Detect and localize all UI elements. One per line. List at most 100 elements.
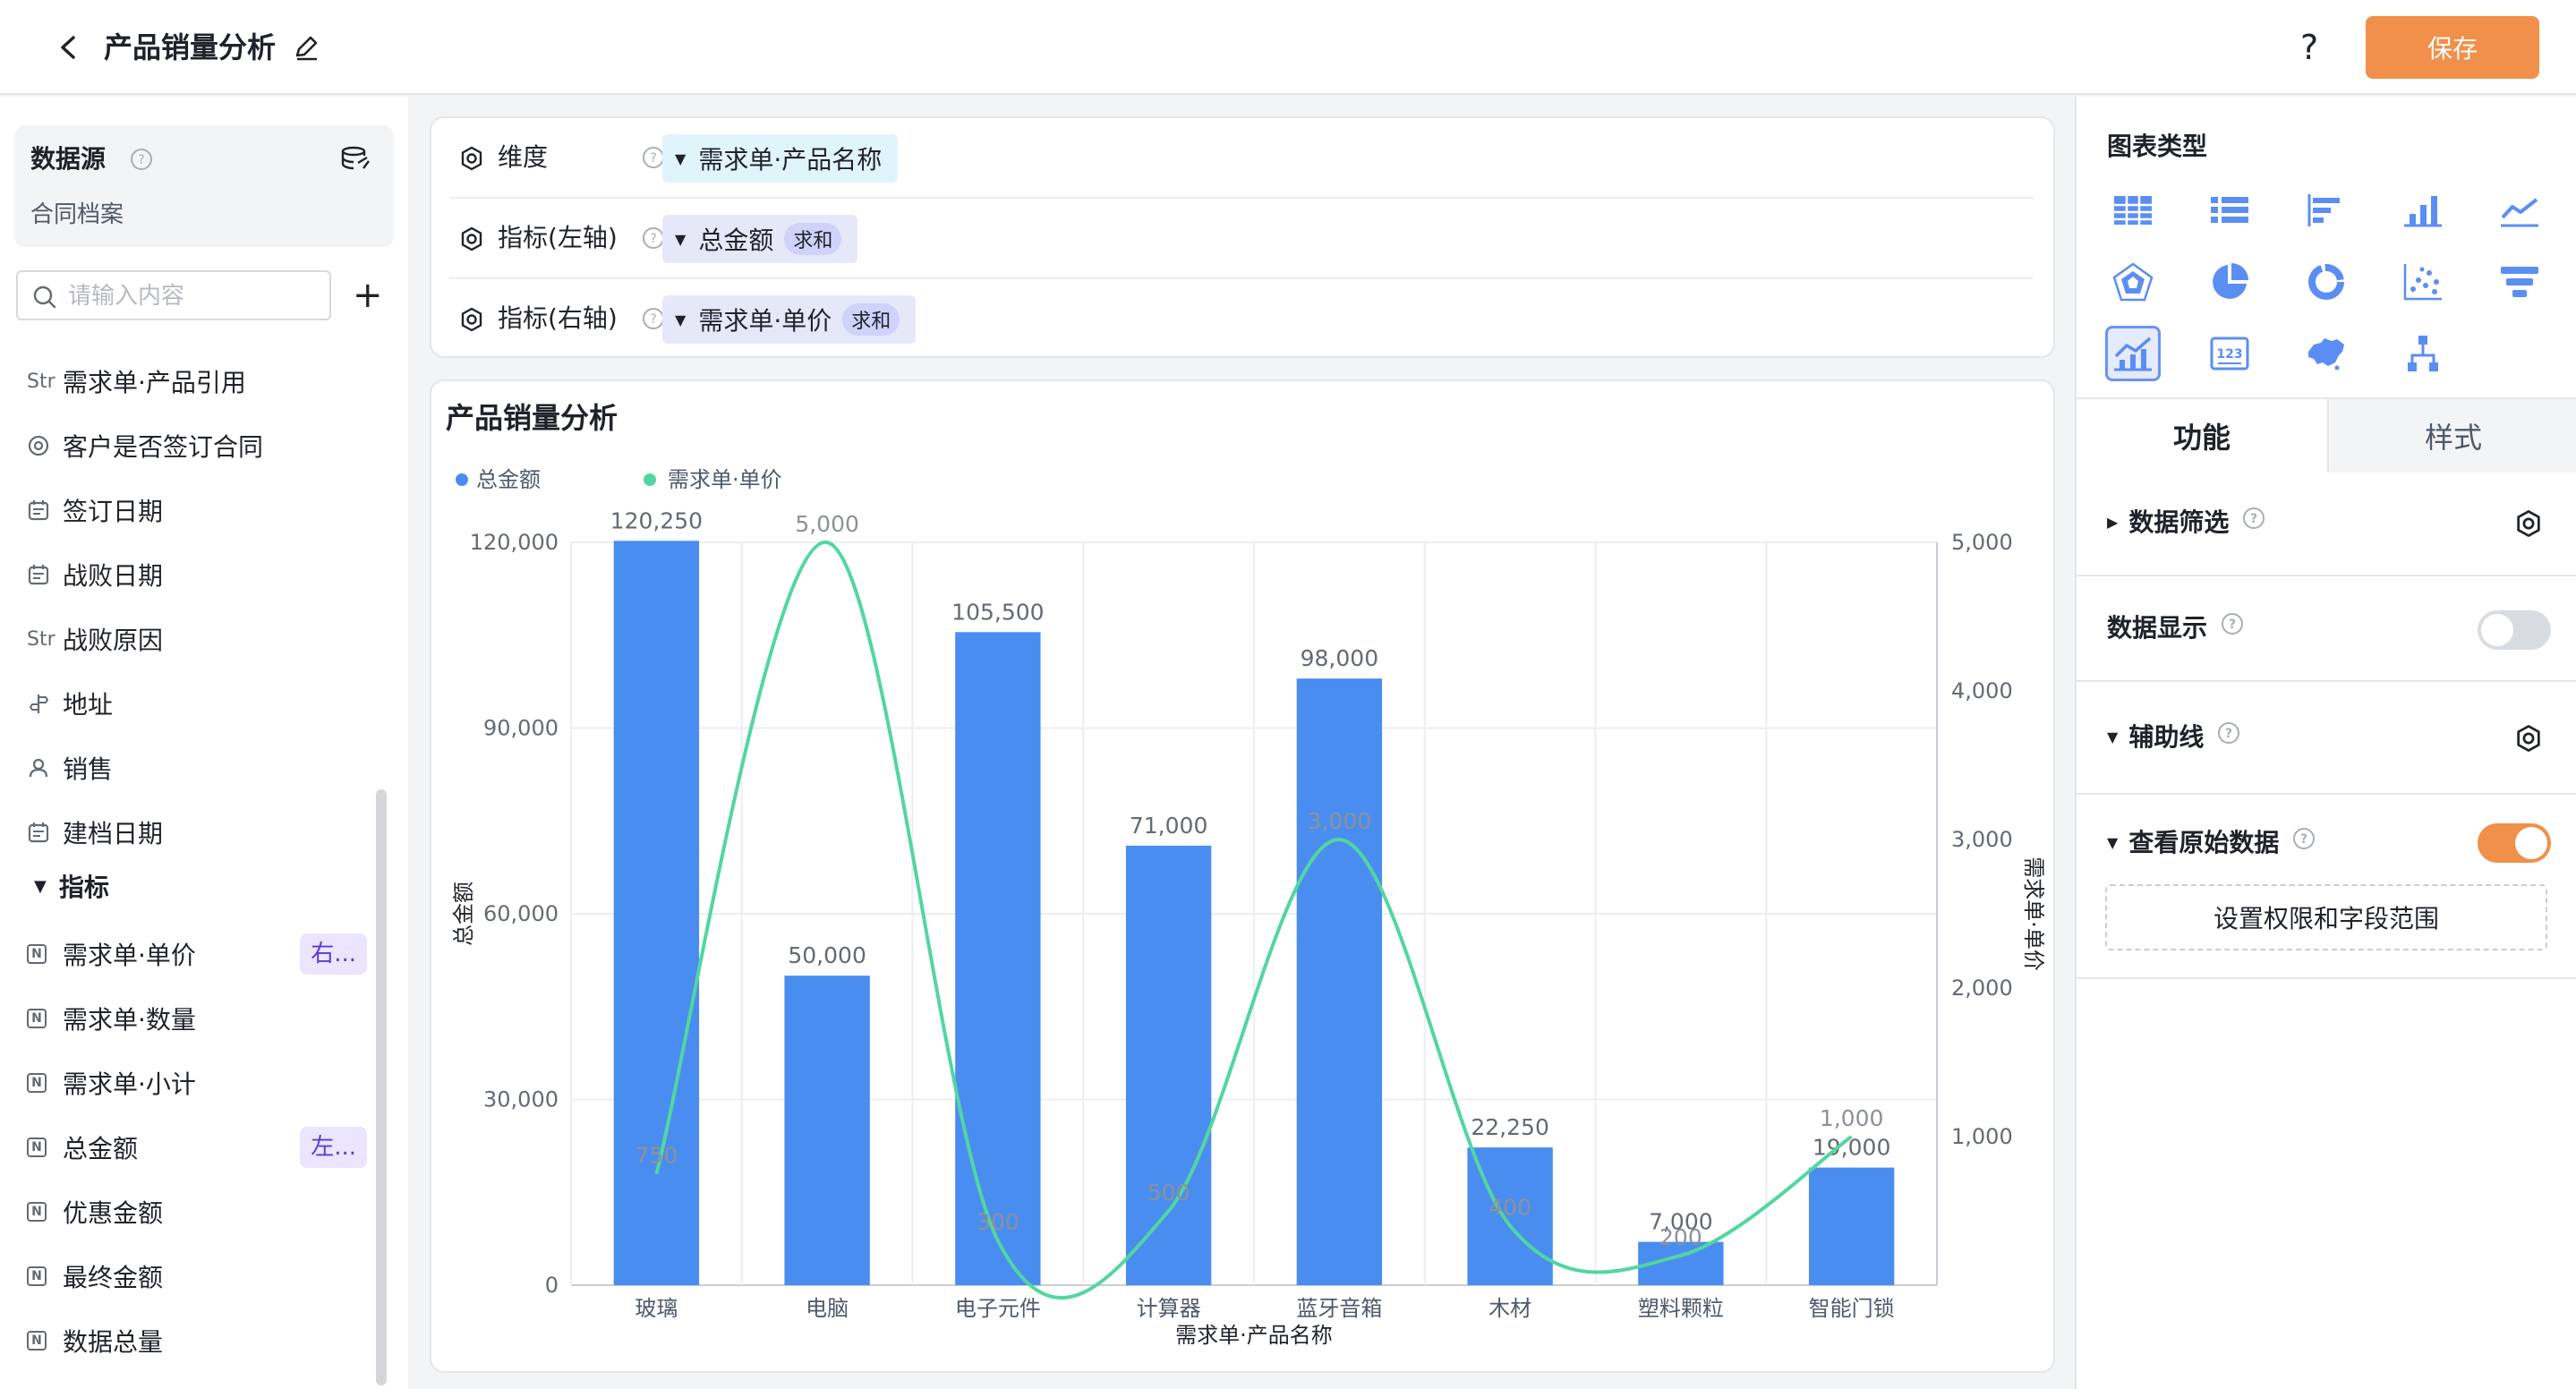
field-item[interactable]: 销售 xyxy=(27,743,367,793)
line-value-label: 300 xyxy=(977,1209,1019,1235)
x-tick-label: 蓝牙音箱 xyxy=(1296,1296,1382,1321)
metric-item[interactable]: N 数据总量 xyxy=(27,1316,367,1366)
y-right-tick-label: 4,000 xyxy=(1951,678,2013,703)
switch-knob xyxy=(2515,827,2547,859)
caret-right-icon: ▶ xyxy=(2107,514,2119,531)
tab-function[interactable]: 功能 xyxy=(2077,399,2327,473)
help-button[interactable]: ? xyxy=(2300,27,2318,68)
settings-icon[interactable] xyxy=(2513,508,2544,542)
combo-chart[interactable]: 总金额 需求单·单价030,00060,00090,000120,0001,000… xyxy=(431,381,2053,1371)
settings-icon[interactable] xyxy=(458,145,485,175)
tree-chart-type[interactable] xyxy=(2395,326,2451,381)
line-value-label: 5,000 xyxy=(795,511,859,537)
question-icon[interactable]: ? xyxy=(2241,505,2266,541)
field-item[interactable]: Str 战败原因 xyxy=(27,614,367,664)
radar-chart-type[interactable] xyxy=(2105,254,2161,310)
number-card-chart-type[interactable]: 123 xyxy=(2202,326,2257,381)
x-tick-label: 木材 xyxy=(1488,1296,1531,1321)
pie-chart-type[interactable] xyxy=(2202,254,2257,310)
add-field-button[interactable]: + xyxy=(353,277,383,313)
axis-tag: 右... xyxy=(300,933,367,975)
metrics-group-header[interactable]: ▼ 指标 xyxy=(34,866,109,906)
settings-icon[interactable] xyxy=(2513,723,2544,757)
radar-icon xyxy=(2112,262,2154,302)
combo-chart-type[interactable] xyxy=(2105,326,2161,381)
svg-text:?: ? xyxy=(650,232,656,246)
string-icon: Str xyxy=(27,627,55,651)
bar xyxy=(955,632,1041,1285)
question-icon[interactable]: ? xyxy=(2291,825,2316,861)
raw-data-switch[interactable] xyxy=(2478,823,2551,863)
dimension-row: 维度 ? ▼ 需求单·产品名称 xyxy=(449,118,2034,199)
x-tick-label: 玻璃 xyxy=(635,1296,678,1321)
legend-label: 总金额 xyxy=(476,467,541,492)
horizontal-bar-chart-type[interactable] xyxy=(2299,183,2354,238)
search-input[interactable] xyxy=(68,279,319,313)
back-icon[interactable] xyxy=(50,27,86,68)
question-icon[interactable]: ? xyxy=(129,147,154,175)
table-chart-type[interactable] xyxy=(2105,183,2161,238)
aggregation-badge: 求和 xyxy=(842,303,900,336)
metric-item[interactable]: N 需求单·数量 xyxy=(27,993,367,1044)
settings-tabs: 功能 样式 xyxy=(2077,397,2576,473)
field-item[interactable]: 地址 xyxy=(27,678,367,729)
metric-item[interactable]: N 总金额 左... xyxy=(27,1122,367,1172)
question-icon[interactable]: ? xyxy=(2216,720,2241,755)
left-metric-label: 指标(左轴) xyxy=(498,223,618,252)
datasource-box[interactable]: 数据源 ? 合同档案 xyxy=(14,125,394,247)
field-item[interactable]: 客户是否签订合同 xyxy=(27,421,367,471)
funnel-chart-type[interactable] xyxy=(2492,254,2547,310)
svg-text:?: ? xyxy=(138,153,144,167)
list-icon xyxy=(2211,197,2248,223)
field-search[interactable] xyxy=(16,270,331,320)
right-metric-pill[interactable]: ▼ 需求单·单价 求和 xyxy=(662,295,917,344)
metric-item[interactable]: N 需求单·小计 xyxy=(27,1058,367,1108)
metric-item[interactable]: N 需求单·单价 右... xyxy=(27,929,367,979)
field-item[interactable]: Str 需求单·产品引用 xyxy=(27,356,367,406)
scatter-chart-type[interactable] xyxy=(2395,254,2451,310)
data-display-section: 数据显示 ? xyxy=(2077,576,2576,682)
field-item[interactable]: 战败日期 xyxy=(27,550,367,600)
line-chart-type[interactable] xyxy=(2492,183,2547,238)
y-left-tick-label: 0 xyxy=(545,1273,559,1298)
axis-tag: 左... xyxy=(300,1127,367,1168)
svg-text:?: ? xyxy=(650,312,656,327)
field-item[interactable]: 建档日期 xyxy=(27,807,367,857)
save-button[interactable]: 保存 xyxy=(2366,16,2539,79)
metric-item[interactable]: N 优惠金额 xyxy=(27,1187,367,1237)
option-icon xyxy=(27,434,63,457)
map-chart-type[interactable] xyxy=(2299,326,2354,381)
question-icon[interactable]: ? xyxy=(2220,610,2245,646)
list-chart-type[interactable] xyxy=(2202,183,2257,238)
number-field-icon: N xyxy=(27,1266,63,1286)
dimension-pill[interactable]: ▼ 需求单·产品名称 xyxy=(662,134,899,183)
raw-data-toggle[interactable]: ▼ 查看原始数据 ? xyxy=(2107,825,2316,861)
aux-line-section: ▼ 辅助线 ? xyxy=(2077,682,2576,795)
edit-title-icon[interactable] xyxy=(292,32,322,63)
field-list-scrollbar[interactable] xyxy=(376,789,387,1385)
field-panel: 数据源 ? 合同档案 + Str 需求单·产品引用 客户是否签订合同 签订日期 … xyxy=(0,97,408,1389)
metric-item[interactable]: N 最终金额 xyxy=(27,1251,367,1301)
tab-style[interactable]: 样式 xyxy=(2327,399,2576,473)
string-icon: Str xyxy=(27,370,55,393)
x-tick-label: 电子元件 xyxy=(955,1296,1041,1321)
data-display-label: 数据显示 ? xyxy=(2107,610,2245,646)
caret-down-icon: ▼ xyxy=(2107,729,2119,746)
donut-chart-type[interactable] xyxy=(2299,254,2354,310)
number-field-icon: N xyxy=(27,1138,63,1157)
data-display-switch[interactable] xyxy=(2478,610,2551,650)
data-filter-toggle[interactable]: ▶ 数据筛选 ? xyxy=(2107,505,2266,541)
settings-icon[interactable] xyxy=(458,306,485,337)
database-switch-icon[interactable] xyxy=(340,145,371,175)
left-metric-pill[interactable]: ▼ 总金额 求和 xyxy=(662,215,858,263)
permission-scope-button[interactable]: 设置权限和字段范围 xyxy=(2105,884,2547,950)
y-right-tick-label: 2,000 xyxy=(1951,976,2013,1001)
aux-line-toggle[interactable]: ▼ 辅助线 ? xyxy=(2107,720,2241,755)
field-item[interactable]: 签订日期 xyxy=(27,485,367,535)
right-metric-label: 指标(右轴) xyxy=(498,303,618,333)
settings-icon[interactable] xyxy=(458,226,485,256)
caret-down-icon: ▼ xyxy=(675,230,687,248)
chart-config-card: 维度 ? ▼ 需求单·产品名称 指标(左轴) ? ▼ 总金额 求和 指标(右轴)… xyxy=(430,116,2055,358)
vertical-bar-chart-type[interactable] xyxy=(2395,183,2451,238)
legend-marker xyxy=(644,473,656,486)
